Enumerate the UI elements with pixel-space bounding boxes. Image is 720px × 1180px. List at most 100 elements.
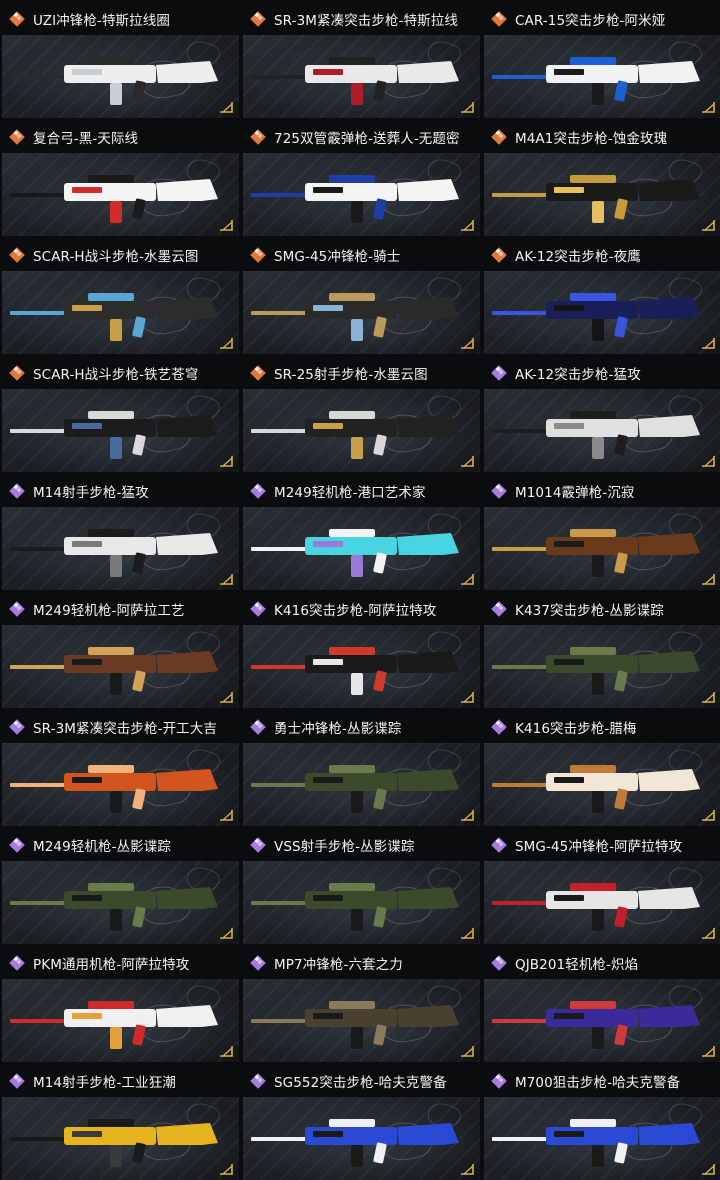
corner-mark-icon [220, 692, 233, 703]
skin-card-29[interactable]: SG552突击步枪-哈夫克警备 [243, 1064, 480, 1180]
diamond-epic-icon [489, 835, 509, 855]
skin-card-5[interactable]: 725双管霰弹枪-送葬人-无题密 [243, 120, 480, 236]
corner-mark-icon [220, 574, 233, 585]
skin-card-10[interactable]: SCAR-H战斗步枪-铁艺苍穹 [2, 356, 239, 472]
skin-card-28[interactable]: M14射手步枪-工业狂潮 [2, 1064, 239, 1180]
skin-card-header: K437突击步枪-丛影谍踪 [484, 592, 720, 625]
skin-card-20[interactable]: 勇士冲锋枪-丛影谍踪 [243, 710, 480, 826]
weapon-image [10, 57, 218, 105]
skin-card-header: SCAR-H战斗步枪-铁艺苍穹 [2, 356, 239, 389]
skin-artwork [243, 861, 480, 944]
skin-card-header: M4A1突击步枪-蚀金玫瑰 [484, 120, 720, 153]
skin-title: SR-3M紧凑突击步枪-开工大吉 [33, 720, 217, 737]
skin-card-2[interactable]: SR-3M紧凑突击步枪-特斯拉线 [243, 2, 480, 118]
corner-mark-icon [461, 1046, 474, 1057]
skin-card-6[interactable]: M4A1突击步枪-蚀金玫瑰 [484, 120, 720, 236]
corner-mark-icon [702, 1046, 715, 1057]
corner-mark-icon [702, 456, 715, 467]
skin-card-header: UZI冲锋枪-特斯拉线圈 [2, 2, 239, 35]
skin-title: M14射手步枪-工业狂潮 [33, 1074, 176, 1091]
corner-mark-icon [461, 1164, 474, 1175]
weapon-image [10, 647, 218, 695]
diamond-legendary-icon [7, 363, 27, 383]
skin-title: SCAR-H战斗步枪-水墨云图 [33, 248, 199, 265]
skin-title: K416突击步枪-腊梅 [515, 720, 637, 737]
weapon-image [251, 1119, 459, 1167]
skin-artwork [484, 35, 720, 118]
skin-card-header: M1014霰弹枪-沉寂 [484, 474, 720, 507]
skin-title: AK-12突击步枪-猛攻 [515, 366, 641, 383]
skin-card-4[interactable]: 复合弓-黑-天际线 [2, 120, 239, 236]
skin-card-24[interactable]: SMG-45冲锋枪-阿萨拉特攻 [484, 828, 720, 944]
diamond-epic-icon [248, 717, 268, 737]
skin-artwork [2, 153, 239, 236]
weapon-image [492, 883, 700, 931]
skin-card-9[interactable]: AK-12突击步枪-夜鹰 [484, 238, 720, 354]
skin-card-header: SMG-45冲锋枪-骑士 [243, 238, 480, 271]
corner-mark-icon [220, 1164, 233, 1175]
skin-card-header: QJB201轻机枪-炽焰 [484, 946, 720, 979]
skin-card-12[interactable]: AK-12突击步枪-猛攻 [484, 356, 720, 472]
skin-card-header: AK-12突击步枪-猛攻 [484, 356, 720, 389]
skin-card-16[interactable]: M249轻机枪-阿萨拉工艺 [2, 592, 239, 708]
skin-artwork [243, 271, 480, 354]
skin-card-header: 勇士冲锋枪-丛影谍踪 [243, 710, 480, 743]
skin-artwork [243, 979, 480, 1062]
weapon-image [492, 57, 700, 105]
weapon-image [492, 411, 700, 459]
skin-card-header: M249轻机枪-港口艺术家 [243, 474, 480, 507]
corner-mark-icon [461, 928, 474, 939]
corner-mark-icon [702, 928, 715, 939]
weapon-image [492, 1001, 700, 1049]
skin-card-11[interactable]: SR-25射手步枪-水墨云图 [243, 356, 480, 472]
weapon-image [10, 175, 218, 223]
diamond-epic-icon [248, 835, 268, 855]
skin-title: K437突击步枪-丛影谍踪 [515, 602, 664, 619]
skin-card-15[interactable]: M1014霰弹枪-沉寂 [484, 474, 720, 590]
diamond-epic-icon [248, 1071, 268, 1091]
skin-card-30[interactable]: M700狙击步枪-哈夫克警备 [484, 1064, 720, 1180]
skin-card-1[interactable]: UZI冲锋枪-特斯拉线圈 [2, 2, 239, 118]
skin-card-7[interactable]: SCAR-H战斗步枪-水墨云图 [2, 238, 239, 354]
skin-card-3[interactable]: CAR-15突击步枪-阿米娅 [484, 2, 720, 118]
skin-card-26[interactable]: MP7冲锋枪-六套之力 [243, 946, 480, 1062]
diamond-legendary-icon [248, 127, 268, 147]
skin-card-13[interactable]: M14射手步枪-猛攻 [2, 474, 239, 590]
weapon-image [251, 293, 459, 341]
skin-card-17[interactable]: K416突击步枪-阿萨拉特攻 [243, 592, 480, 708]
weapon-image [251, 765, 459, 813]
diamond-epic-icon [489, 953, 509, 973]
corner-mark-icon [461, 692, 474, 703]
weapon-image [251, 175, 459, 223]
weapon-image [492, 1119, 700, 1167]
skin-card-23[interactable]: VSS射手步枪-丛影谍踪 [243, 828, 480, 944]
skin-artwork [2, 271, 239, 354]
weapon-image [251, 529, 459, 577]
weapon-image [10, 411, 218, 459]
skin-card-header: VSS射手步枪-丛影谍踪 [243, 828, 480, 861]
skin-artwork [2, 861, 239, 944]
corner-mark-icon [461, 456, 474, 467]
skin-title: M14射手步枪-猛攻 [33, 484, 149, 501]
skin-card-25[interactable]: PKM通用机枪-阿萨拉特攻 [2, 946, 239, 1062]
corner-mark-icon [220, 220, 233, 231]
weapon-image [10, 529, 218, 577]
skin-card-header: SCAR-H战斗步枪-水墨云图 [2, 238, 239, 271]
skin-title: M700狙击步枪-哈夫克警备 [515, 1074, 681, 1091]
skin-card-14[interactable]: M249轻机枪-港口艺术家 [243, 474, 480, 590]
skin-card-27[interactable]: QJB201轻机枪-炽焰 [484, 946, 720, 1062]
skin-card-header: 复合弓-黑-天际线 [2, 120, 239, 153]
skin-card-22[interactable]: M249轻机枪-丛影谍踪 [2, 828, 239, 944]
skin-artwork [2, 35, 239, 118]
skin-card-header: SMG-45冲锋枪-阿萨拉特攻 [484, 828, 720, 861]
skin-card-header: CAR-15突击步枪-阿米娅 [484, 2, 720, 35]
weapon-image [251, 57, 459, 105]
skin-card-21[interactable]: K416突击步枪-腊梅 [484, 710, 720, 826]
corner-mark-icon [220, 928, 233, 939]
skin-card-18[interactable]: K437突击步枪-丛影谍踪 [484, 592, 720, 708]
skin-card-19[interactable]: SR-3M紧凑突击步枪-开工大吉 [2, 710, 239, 826]
skin-artwork [243, 743, 480, 826]
skin-card-8[interactable]: SMG-45冲锋枪-骑士 [243, 238, 480, 354]
diamond-legendary-icon [489, 127, 509, 147]
diamond-epic-icon [7, 1071, 27, 1091]
